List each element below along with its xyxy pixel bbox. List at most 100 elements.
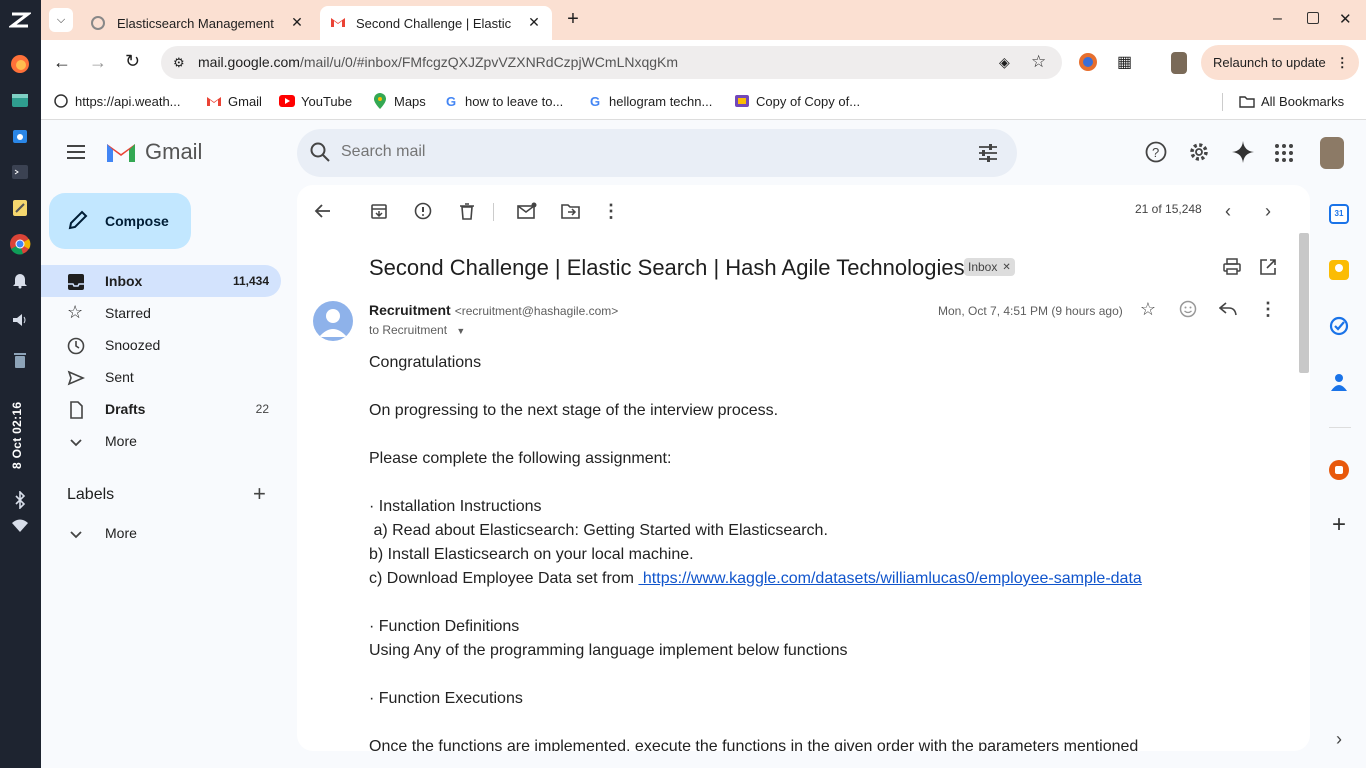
back-to-inbox-button[interactable] [311, 199, 335, 223]
extensions-puzzle-icon[interactable]: ▦ [1117, 52, 1132, 72]
trash-icon[interactable] [8, 348, 32, 372]
search-input[interactable] [341, 143, 941, 161]
bookmark-youtube[interactable]: YouTube [279, 93, 352, 109]
apps-button[interactable] [1274, 143, 1294, 163]
notifications-icon[interactable] [8, 268, 32, 292]
volume-icon[interactable] [8, 308, 32, 332]
open-new-window-button[interactable] [1256, 255, 1280, 279]
delete-button[interactable] [455, 199, 479, 223]
chrome-icon[interactable] [8, 232, 32, 256]
sender-avatar[interactable] [313, 301, 353, 341]
search-bar [297, 129, 1017, 177]
nav-item-sent[interactable]: Sent [41, 361, 281, 393]
get-addons-button[interactable]: + [1329, 513, 1349, 537]
tab-elasticsearch[interactable]: Elasticsearch Management ✕ [81, 6, 315, 40]
expand-panel-button[interactable]: › [1329, 729, 1349, 749]
help-button[interactable]: ? [1145, 141, 1167, 163]
close-icon[interactable]: ✕ [526, 14, 542, 30]
relaunch-button[interactable]: Relaunch to update ⋮ [1201, 45, 1359, 80]
tab-search-button[interactable]: ⌵ [49, 8, 73, 32]
minimize-button[interactable]: – [1273, 10, 1289, 30]
nav-item-drafts[interactable]: Drafts 22 [41, 393, 281, 425]
bookmark-gmail[interactable]: Gmail [206, 93, 262, 109]
nav-item-more[interactable]: More [41, 425, 281, 457]
report-spam-button[interactable] [411, 199, 435, 223]
account-avatar[interactable] [1320, 137, 1344, 169]
clock-icon [67, 337, 85, 355]
site-info-icon[interactable]: ⚙ [173, 55, 185, 71]
chevron-right-icon: › [1265, 200, 1271, 221]
body-text: c) Download Employee Data set from [369, 570, 639, 587]
nav-item-inbox[interactable]: Inbox 11,434 [41, 265, 281, 297]
close-icon[interactable]: ✕ [1002, 262, 1010, 273]
bookmark-copy-of[interactable]: Copy of Copy of... [734, 93, 860, 109]
nav-item-starred[interactable]: ☆ Starred [41, 297, 281, 329]
tab-title: Elasticsearch Management [117, 15, 274, 31]
body-line: · Installation Instructions [369, 498, 542, 515]
all-bookmarks-button[interactable]: All Bookmarks [1239, 93, 1344, 109]
address-bar[interactable]: ⚙ mail.google.com/mail/u/0/#inbox/FMfcgz… [161, 46, 1062, 79]
sender-name[interactable]: Recruitment [369, 302, 451, 318]
emoji-reaction-button[interactable] [1176, 297, 1200, 321]
calendar-icon[interactable]: 31 [1329, 204, 1349, 224]
more-actions-button[interactable]: ⋮ [599, 199, 623, 223]
search-options-icon[interactable] [977, 142, 999, 169]
keep-icon[interactable] [1329, 260, 1349, 280]
bluetooth-icon[interactable] [8, 488, 32, 512]
maximize-button[interactable] [1307, 12, 1319, 24]
reload-button[interactable]: ↻ [125, 51, 145, 71]
move-to-button[interactable] [559, 199, 583, 223]
bookmark-label: how to leave to... [465, 93, 564, 109]
window-close-button[interactable]: ✕ [1339, 10, 1355, 30]
bookmark-maps[interactable]: Maps [372, 93, 426, 109]
terminal-icon[interactable] [8, 160, 32, 184]
search-icon[interactable] [309, 141, 331, 168]
gmail-logo[interactable]: Gmail [105, 139, 202, 165]
message-scrollbar[interactable] [1299, 233, 1309, 373]
profile-avatar[interactable] [1171, 52, 1187, 74]
mark-unread-button[interactable] [515, 199, 539, 223]
bookmark-hellogram[interactable]: Ghellogram techn... [587, 93, 712, 109]
text-editor-icon[interactable] [8, 196, 32, 220]
nav-label: Sent [105, 369, 134, 385]
older-button[interactable]: › [1256, 199, 1280, 223]
star-button[interactable]: ☆ [1136, 297, 1160, 321]
add-label-button[interactable]: + [253, 483, 273, 505]
os-logo-icon[interactable] [8, 8, 32, 32]
wifi-icon[interactable] [8, 514, 32, 538]
addon-icon[interactable] [1329, 460, 1349, 480]
tab-gmail[interactable]: Second Challenge | Elastic ✕ [320, 6, 552, 40]
browser-toolbar: ← → ↻ ⚙ mail.google.com/mail/u/0/#inbox/… [41, 40, 1366, 85]
message-more-button[interactable]: ⋮ [1256, 297, 1280, 321]
mark-unread-icon [517, 202, 537, 219]
divider [493, 203, 494, 221]
close-icon[interactable]: ✕ [289, 14, 305, 30]
contacts-icon[interactable] [1329, 372, 1349, 392]
compose-button[interactable]: Compose [49, 193, 191, 249]
nav-item-snoozed[interactable]: Snoozed [41, 329, 281, 361]
bookmark-how-to-leave[interactable]: Ghow to leave to... [443, 93, 563, 109]
settings-button[interactable] [1188, 141, 1210, 163]
new-tab-button[interactable]: + [561, 8, 585, 32]
print-button[interactable] [1220, 255, 1244, 279]
store-icon[interactable] [8, 124, 32, 148]
person-icon [319, 309, 347, 337]
main-menu-button[interactable] [65, 141, 87, 163]
forward-button[interactable]: → [89, 52, 109, 72]
tasks-icon[interactable] [1329, 316, 1349, 336]
reply-button[interactable] [1216, 297, 1240, 321]
gmail-favicon-icon [330, 16, 346, 31]
files-icon[interactable] [8, 88, 32, 112]
extension-icon[interactable] [1079, 53, 1097, 71]
recipient-details[interactable]: to Recruitment ▼ [369, 323, 465, 337]
back-button[interactable]: ← [53, 52, 73, 72]
bookmark-api-weather[interactable]: https://api.weath... [53, 93, 181, 109]
dataset-link[interactable]: https://www.kaggle.com/datasets/williaml… [638, 570, 1142, 587]
gemini-button[interactable] [1231, 140, 1255, 164]
firefox-icon[interactable] [8, 52, 32, 76]
labels-more[interactable]: More [41, 517, 281, 549]
newer-button[interactable]: ‹ [1216, 199, 1240, 223]
extension-eye-icon[interactable]: ◈ [999, 54, 1010, 71]
archive-button[interactable] [367, 199, 391, 223]
bookmark-star-icon[interactable]: ☆ [1031, 52, 1046, 72]
